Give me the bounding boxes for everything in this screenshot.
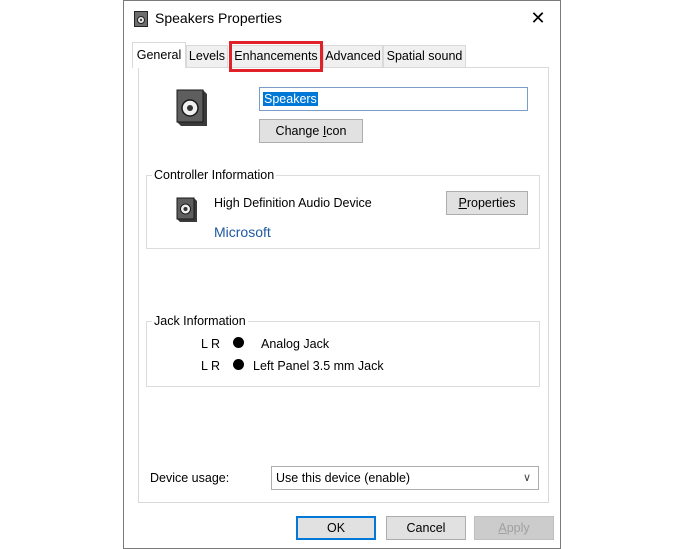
cancel-button[interactable]: Cancel [386, 516, 466, 540]
device-usage-label: Device usage: [150, 471, 230, 485]
device-usage-value: Use this device (enable) [276, 471, 411, 485]
close-icon: ✕ [530, 8, 546, 28]
tab-enhancements[interactable]: Enhancements [230, 45, 322, 67]
change-icon-button[interactable]: Change Icon [259, 119, 363, 143]
tab-advanced[interactable]: Advanced [323, 45, 383, 67]
controller-vendor-link[interactable]: Microsoft [214, 224, 271, 240]
close-button[interactable]: ✕ [528, 8, 548, 28]
speaker-icon [134, 11, 148, 27]
jack-channels: L R [201, 337, 220, 351]
device-usage-dropdown[interactable]: Use this device (enable) ∨ [271, 466, 539, 490]
jack-color-dot [233, 337, 244, 348]
jack-information-group [146, 321, 540, 387]
window-title: Speakers Properties [155, 10, 282, 26]
controller-properties-button[interactable]: Properties [446, 191, 528, 215]
controller-device-name: High Definition Audio Device [214, 196, 372, 210]
title-bar: Speakers Properties ✕ [124, 1, 560, 37]
device-name-field[interactable]: Speakers [259, 87, 528, 111]
jack-label: Analog Jack [261, 337, 330, 351]
jack-label: Left Panel 3.5 mm Jack [253, 359, 384, 373]
tab-general[interactable]: General [132, 42, 186, 68]
audio-device-icon [176, 197, 197, 222]
tab-levels[interactable]: Levels [186, 45, 228, 67]
jack-color-dot [233, 359, 244, 370]
apply-button[interactable]: Apply [474, 516, 554, 540]
tab-spatial-sound[interactable]: Spatial sound [383, 45, 466, 67]
speakers-properties-dialog: Speakers Properties ✕ General Levels Enh… [123, 0, 561, 549]
controller-information-label: Controller Information [152, 168, 277, 182]
chevron-down-icon: ∨ [522, 472, 531, 484]
speaker-device-icon [176, 89, 207, 126]
device-name-value: Speakers [263, 92, 318, 106]
jack-information-label: Jack Information [152, 314, 248, 328]
jack-channels: L R [201, 359, 220, 373]
ok-button[interactable]: OK [296, 516, 376, 540]
